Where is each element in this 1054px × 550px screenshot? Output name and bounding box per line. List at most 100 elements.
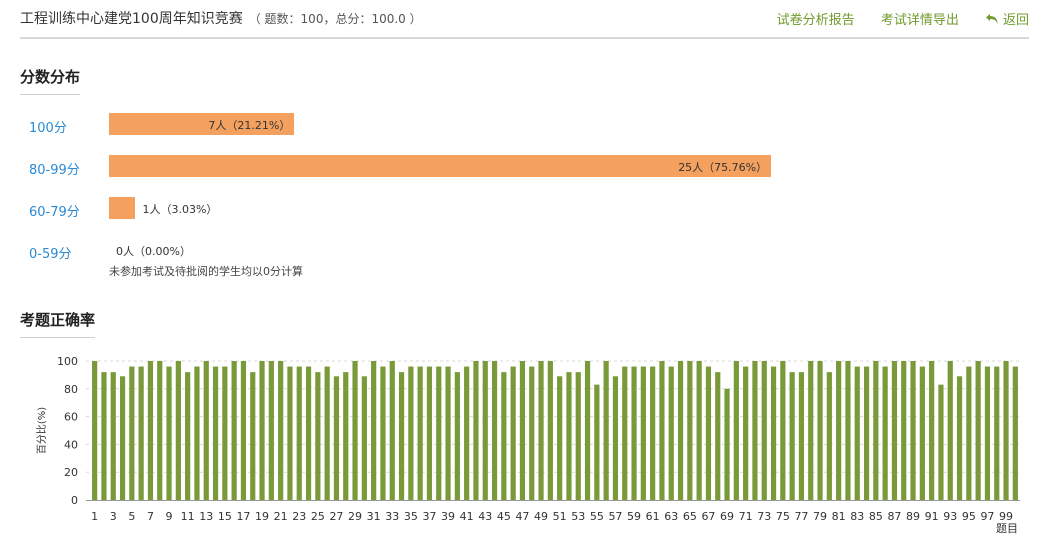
accuracy-chart: 020406080100百分比(%)1 3 5 7 9 11 13 15 17 19 21 23 25 2… xyxy=(36,355,1020,535)
x-tick-label: 7 xyxy=(147,510,154,523)
accuracy-bar xyxy=(371,361,377,500)
accuracy-bar xyxy=(780,361,786,500)
x-tick-label: 83 xyxy=(850,510,864,523)
y-tick-label: 100 xyxy=(57,355,78,368)
x-tick-label: 65 xyxy=(683,510,697,523)
accuracy-bar xyxy=(398,372,405,500)
x-tick-label: 41 xyxy=(460,510,474,523)
accuracy-bar xyxy=(938,384,944,500)
x-tick-label: 95 xyxy=(962,510,976,523)
accuracy-bar xyxy=(259,361,265,500)
x-tick-label: 19 xyxy=(255,510,269,523)
accuracy-bar xyxy=(557,376,563,500)
x-tick-label: 81 xyxy=(832,510,846,523)
accuracy-bar xyxy=(519,361,526,500)
x-tick-label: 85 xyxy=(869,510,883,523)
accuracy-bar xyxy=(491,361,498,500)
accuracy-bar xyxy=(454,372,460,500)
accuracy-bar xyxy=(212,366,219,500)
x-tick-label: 45 xyxy=(497,510,511,523)
accuracy-bar xyxy=(594,384,600,500)
x-tick-label: 37 xyxy=(422,510,436,523)
accuracy-bar xyxy=(389,361,395,500)
accuracy-bar xyxy=(770,366,777,500)
x-tick-label: 23 xyxy=(292,510,306,523)
accuracy-bar xyxy=(333,376,340,500)
accuracy-bar xyxy=(119,376,126,500)
accuracy-bar xyxy=(724,388,730,500)
accuracy-bar xyxy=(715,372,721,500)
accuracy-bar xyxy=(324,366,330,500)
x-tick-label: 13 xyxy=(199,510,213,523)
accuracy-bar xyxy=(194,366,200,500)
accuracy-bar xyxy=(798,372,805,500)
y-axis-label: 百分比(%) xyxy=(36,407,48,454)
x-tick-label: 51 xyxy=(553,510,567,523)
accuracy-bar xyxy=(185,372,191,500)
x-tick-label: 27 xyxy=(329,510,343,523)
x-tick-label: 11 xyxy=(181,510,195,523)
x-tick-label: 29 xyxy=(348,510,362,523)
y-tick-label: 40 xyxy=(64,438,78,451)
x-tick-label: 79 xyxy=(813,510,827,523)
accuracy-bar xyxy=(436,366,442,500)
accuracy-bar xyxy=(761,361,767,500)
accuracy-bar xyxy=(994,366,1000,500)
x-tick-label: 35 xyxy=(404,510,418,523)
accuracy-bar xyxy=(380,366,386,500)
accuracy-bar xyxy=(817,361,823,500)
x-tick-label: 97 xyxy=(980,510,994,523)
accuracy-bar xyxy=(203,361,209,500)
accuracy-bar xyxy=(426,366,433,500)
x-tick-label: 53 xyxy=(571,510,585,523)
accuracy-bar xyxy=(622,366,628,500)
accuracy-bar xyxy=(631,366,637,500)
accuracy-bar xyxy=(836,361,842,500)
x-tick-label: 55 xyxy=(590,510,604,523)
accuracy-bar xyxy=(445,366,451,500)
accuracy-bar xyxy=(696,361,702,500)
accuracy-bar xyxy=(984,366,991,500)
accuracy-bar xyxy=(975,361,981,500)
accuracy-bar xyxy=(919,366,925,500)
accuracy-bar xyxy=(687,361,693,500)
x-tick-label: 57 xyxy=(608,510,622,523)
x-tick-label: 73 xyxy=(757,510,771,523)
accuracy-bar xyxy=(789,372,795,500)
x-tick-label: 5 xyxy=(128,510,135,523)
x-tick-label: 3 xyxy=(110,510,117,523)
accuracy-bar xyxy=(464,366,470,500)
x-tick-label: 69 xyxy=(720,510,734,523)
accuracy-bar xyxy=(901,361,907,500)
accuracy-bar xyxy=(863,366,870,500)
accuracy-bar xyxy=(175,361,181,500)
accuracy-bar xyxy=(101,372,107,500)
accuracy-bar xyxy=(575,372,581,500)
accuracy-bar xyxy=(138,366,144,500)
accuracy-bar xyxy=(343,372,349,500)
accuracy-bar xyxy=(752,361,758,500)
x-tick-label: 63 xyxy=(664,510,678,523)
accuracy-bar xyxy=(110,372,116,500)
x-tick-label: 47 xyxy=(515,510,529,523)
accuracy-bar xyxy=(408,366,414,500)
accuracy-bar xyxy=(222,366,228,500)
accuracy-bar xyxy=(677,361,684,500)
accuracy-bar xyxy=(956,376,963,500)
accuracy-bar xyxy=(1012,366,1018,500)
x-tick-label: 77 xyxy=(794,510,808,523)
x-tick-label: 25 xyxy=(311,510,325,523)
accuracy-bar xyxy=(538,361,544,500)
accuracy-bar xyxy=(352,361,358,500)
x-tick-label: 71 xyxy=(739,510,753,523)
accuracy-bar xyxy=(315,372,321,500)
accuracy-bar xyxy=(659,361,665,500)
accuracy-bar xyxy=(882,366,888,500)
accuracy-bar xyxy=(166,366,172,500)
accuracy-bar xyxy=(873,361,879,500)
accuracy-bar xyxy=(743,366,749,500)
accuracy-bar xyxy=(147,361,154,500)
accuracy-bar xyxy=(231,361,237,500)
accuracy-bar xyxy=(603,361,609,500)
x-tick-label: 33 xyxy=(385,510,399,523)
